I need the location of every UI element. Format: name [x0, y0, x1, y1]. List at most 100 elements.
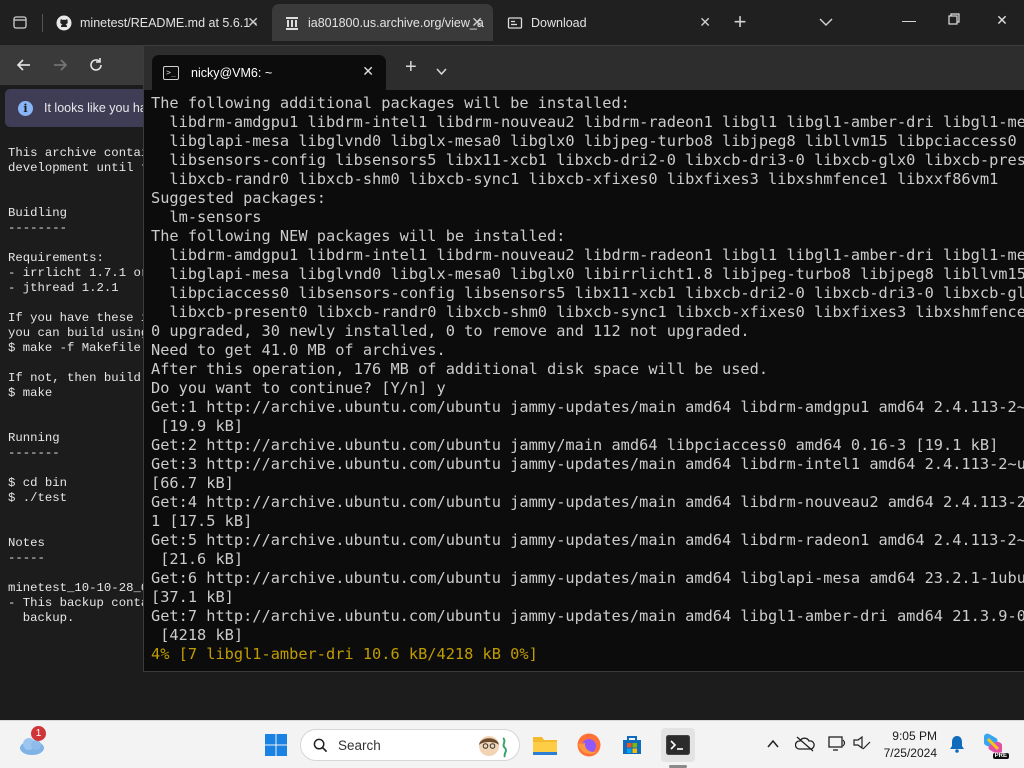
readme-line — [8, 356, 158, 371]
readme-line: $ make -f Makefile. — [8, 341, 149, 355]
terminal-line: Get:3 http://archive.ubuntu.com/ubuntu j… — [151, 455, 1024, 473]
readme-line: If you have these i — [8, 311, 149, 325]
terminal-line: [21.6 kB] — [151, 550, 244, 568]
new-tab-button[interactable]: + — [726, 8, 754, 36]
readme-line: - jthread 1.2.1 — [8, 281, 119, 295]
readme-line: $ make — [8, 386, 53, 400]
tab-actions-icon[interactable] — [6, 8, 34, 36]
terminal-line: libxcb-present0 libxcb-randr0 libxcb-shm… — [151, 303, 1024, 321]
close-icon[interactable]: ✕ — [699, 14, 711, 31]
windows-terminal-icon[interactable] — [661, 728, 695, 762]
terminal-line: libxcb-randr0 libxcb-shm0 libxcb-sync1 l… — [151, 170, 999, 188]
terminal-line: The following NEW packages will be insta… — [151, 227, 566, 245]
readme-line — [8, 191, 158, 206]
readme-line: backup. — [8, 611, 75, 625]
close-icon[interactable]: ✕ — [471, 14, 483, 31]
readme-line: $ cd bin — [8, 476, 68, 490]
browser-tab-archive[interactable]: ia801800.us.archive.org/view_a ✕ — [272, 4, 493, 41]
terminal-line: Get:4 http://archive.ubuntu.com/ubuntu j… — [151, 493, 1024, 511]
terminal-line: libdrm-amdgpu1 libdrm-intel1 libdrm-nouv… — [151, 113, 1024, 131]
terminal-line: libsensors-config libsensors5 libx11-xcb… — [151, 151, 1024, 169]
notification-bell-icon[interactable] — [947, 734, 967, 754]
window-close-icon[interactable]: ✕ — [992, 12, 1012, 29]
terminal-line: Get:5 http://archive.ubuntu.com/ubuntu j… — [151, 531, 1024, 549]
readme-line — [8, 506, 158, 521]
chevron-up-icon[interactable] — [763, 734, 783, 754]
download-progress-line: 4% [7 libgl1-amber-dri 10.6 kB/4218 kB 0… — [151, 645, 538, 663]
browser-tab-github[interactable]: minetest/README.md at 5.6.1 · ✕ — [44, 4, 269, 41]
firefox-icon[interactable] — [574, 730, 604, 760]
terminal-line: Get:7 http://archive.ubuntu.com/ubuntu j… — [151, 607, 1024, 625]
readme-line — [8, 401, 158, 416]
file-explorer-icon[interactable] — [530, 730, 560, 760]
search-placeholder: Search — [338, 737, 381, 753]
readme-line — [8, 566, 158, 581]
back-arrow-icon[interactable] — [10, 51, 38, 79]
readme-line: ----- — [8, 551, 45, 565]
terminal-line: libpciaccess0 libsensors-config libsenso… — [151, 284, 1024, 302]
clock-time: 9:05 PM — [892, 729, 937, 743]
terminal-line: Get:1 http://archive.ubuntu.com/ubuntu j… — [151, 398, 1024, 416]
readme-line: Running — [8, 431, 60, 445]
display-icon[interactable] — [827, 734, 847, 754]
onedrive-offline-icon[interactable] — [795, 734, 815, 754]
terminal-line: [19.9 kB] — [151, 417, 244, 435]
tab-list-chevron-icon[interactable] — [812, 8, 840, 36]
taskbar-search-box[interactable]: Search — [300, 729, 520, 761]
readme-line: you can build using — [8, 326, 149, 340]
new-terminal-tab-icon[interactable]: + — [405, 56, 417, 79]
terminal-line: [37.1 kB] — [151, 588, 234, 606]
microsoft-store-icon[interactable] — [617, 730, 647, 760]
terminal-line: libglapi-mesa libglvnd0 libglx-mesa0 lib… — [151, 132, 1017, 150]
readme-line — [8, 176, 158, 191]
terminal-line: The following additional packages will b… — [151, 94, 630, 112]
readme-line: Buidling — [8, 206, 68, 220]
taskbar: 1 Search 9:05 PM 7/25/2024 PRE — [0, 720, 1024, 768]
search-icon — [313, 738, 328, 752]
readme-line: -------- — [8, 221, 68, 235]
clock-date: 7/25/2024 — [883, 746, 937, 760]
readme-line: $ ./test — [8, 491, 68, 505]
terminal-line: [66.7 kB] — [151, 474, 234, 492]
terminal-window: >_ nicky@VM6: ~ ✕ + The following additi… — [143, 45, 1024, 672]
terminal-tab[interactable]: >_ nicky@VM6: ~ ✕ — [152, 55, 386, 90]
notification-badge: 1 — [31, 726, 46, 741]
terminal-line: 0 upgraded, 30 newly installed, 0 to rem… — [151, 322, 750, 340]
readme-line — [8, 461, 158, 476]
preview-badge: PRE — [992, 753, 1009, 759]
readme-line: - irrlicht 1.7.1 or — [8, 266, 149, 280]
terminal-line: 1 [17.5 kB] — [151, 512, 253, 530]
browser-tab-download[interactable]: Download ✕ — [495, 4, 721, 41]
readme-line: ------- — [8, 446, 60, 460]
readme-line — [8, 521, 158, 536]
weather-cloud-icon[interactable]: 1 — [17, 726, 47, 759]
close-icon[interactable]: ✕ — [362, 63, 374, 80]
terminal-line: Get:2 http://archive.ubuntu.com/ubuntu j… — [151, 436, 999, 454]
readme-line — [8, 416, 158, 431]
dropdown-chevron-icon[interactable] — [436, 63, 447, 80]
network-volume-icon[interactable] — [852, 734, 872, 754]
restore-icon[interactable] — [944, 12, 964, 28]
readme-line: - This backup conta — [8, 596, 149, 610]
search-highlight-icon — [475, 733, 511, 759]
forward-arrow-icon[interactable] — [46, 51, 74, 79]
copilot-icon[interactable]: PRE — [980, 731, 1009, 759]
terminal-tab-title: nicky@VM6: ~ — [191, 65, 273, 80]
windows-start-icon[interactable] — [261, 730, 291, 760]
refresh-icon[interactable] — [82, 51, 110, 79]
readme-line — [8, 296, 158, 311]
terminal-output[interactable]: The following additional packages will b… — [151, 94, 1024, 669]
info-icon: i — [18, 100, 33, 116]
taskbar-clock[interactable]: 9:05 PM 7/25/2024 — [877, 728, 937, 762]
archive-icon — [284, 15, 300, 31]
minimize-icon[interactable]: — — [899, 12, 919, 28]
readme-line: Requirements: — [8, 251, 104, 265]
terminal-line: After this operation, 176 MB of addition… — [151, 360, 769, 378]
terminal-line: Get:6 http://archive.ubuntu.com/ubuntu j… — [151, 569, 1024, 587]
readme-line: Notes — [8, 536, 45, 550]
github-icon — [56, 15, 72, 31]
terminal-title-bar: >_ nicky@VM6: ~ ✕ + — [144, 46, 1024, 90]
terminal-line: Need to get 41.0 MB of archives. — [151, 341, 446, 359]
close-icon[interactable]: ✕ — [247, 14, 259, 31]
browser-tab-bar: minetest/README.md at 5.6.1 · ✕ ia801800… — [0, 0, 1024, 45]
